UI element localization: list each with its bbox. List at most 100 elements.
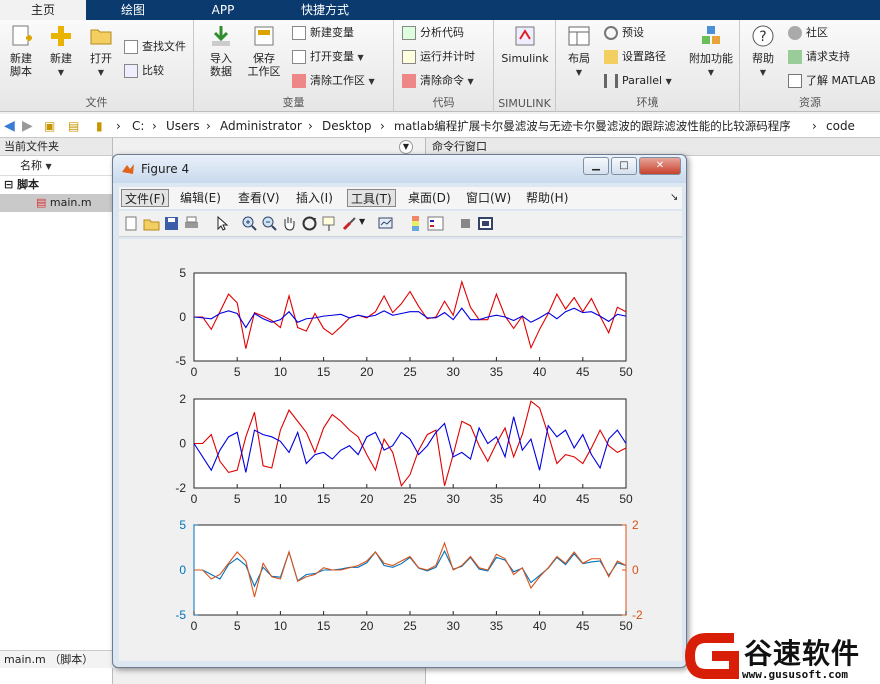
menu-window[interactable]: 窗口(W) <box>463 189 514 207</box>
layout-button[interactable]: 布局 ▼ <box>560 24 598 79</box>
minimize-button[interactable]: ▁ <box>583 157 609 175</box>
new-figure-icon[interactable] <box>123 215 140 232</box>
run-and-time-button[interactable]: 运行并计时 <box>402 48 475 66</box>
folder-node-scripts[interactable]: ⊟ 脚本 <box>0 176 112 194</box>
matlab-logo-icon <box>122 164 134 174</box>
data-cursor-icon[interactable] <box>321 215 338 232</box>
browse-folder-icon[interactable]: ▤ <box>68 114 79 138</box>
open-variable-icon <box>292 50 306 64</box>
breadcrumb-administrator[interactable]: Administrator <box>220 114 302 138</box>
chevron-down-icon: ▼ <box>707 68 715 77</box>
tab-apps[interactable]: APP <box>180 0 266 20</box>
x-tick-label: 35 <box>490 492 504 506</box>
breadcrumb-desktop[interactable]: Desktop <box>322 114 372 138</box>
addons-button[interactable]: 附加功能 ▼ <box>686 24 736 79</box>
x-tick-label: 35 <box>490 619 504 633</box>
plots-svg: 0 5 10 15 20 25 30 35 40 45 50-5050 5 10 15 20 25 30 35 40… <box>175 266 643 633</box>
menu-help[interactable]: 帮助(H) <box>523 189 571 207</box>
x-tick-label: 5 <box>234 365 241 379</box>
x-tick-label: 45 <box>576 619 590 633</box>
breadcrumb-project[interactable]: matlab编程扩展卡尔曼滤波与无迹卡尔曼滤波的跟踪滤波性能的比较源码程序 <box>394 114 791 138</box>
tab-plots[interactable]: 绘图 <box>92 0 174 20</box>
set-path-button[interactable]: 设置路径 <box>604 48 666 66</box>
x-tick-label: 0 <box>191 365 198 379</box>
request-support-button[interactable]: 请求支持 <box>788 48 850 66</box>
folder-icon: ▮ <box>96 119 103 133</box>
group-code: 分析代码 运行并计时 清除命令 ▼ 代码 <box>394 20 494 112</box>
learn-matlab-button[interactable]: 了解 MATLAB <box>788 72 876 90</box>
brush-icon[interactable] <box>341 215 358 232</box>
breadcrumb-separator: › <box>152 119 157 133</box>
figure-titlebar[interactable]: Figure 4 ▁ □ ✕ <box>113 155 686 183</box>
open-button[interactable]: 打开 ▼ <box>84 24 118 79</box>
link-plot-icon[interactable] <box>377 215 394 232</box>
new-button[interactable]: 新建 ▼ <box>44 24 78 79</box>
show-plot-tools-icon[interactable] <box>477 215 494 232</box>
x-tick-label: 10 <box>274 619 288 633</box>
x-tick-label: 0 <box>191 619 198 633</box>
zoom-in-icon[interactable] <box>241 215 258 232</box>
chevron-down-icon[interactable]: ▼ <box>359 217 365 226</box>
zoom-out-icon[interactable] <box>261 215 278 232</box>
maximize-button[interactable]: □ <box>611 157 637 175</box>
colorbar-icon[interactable] <box>407 215 424 232</box>
community-button[interactable]: 社区 <box>788 24 828 42</box>
parallel-icon <box>604 74 618 88</box>
open-file-icon[interactable] <box>143 215 160 232</box>
find-files-button[interactable]: 查找文件 <box>124 38 186 56</box>
address-bar: ◀ ▶ ▣ ▤ ▮ › C: › Users › Administrator ›… <box>0 114 880 138</box>
gear-icon <box>604 26 618 40</box>
pan-icon[interactable] <box>281 215 298 232</box>
group-variable: 导入 数据 保存 工作区 新建变量 打开变量 ▼ 清除工作区 ▼ 变量 <box>194 20 394 112</box>
up-folder-icon[interactable]: ▣ <box>44 114 55 138</box>
breadcrumb-users[interactable]: Users <box>166 114 200 138</box>
print-icon[interactable] <box>183 215 200 232</box>
preferences-button[interactable]: 预设 <box>604 24 644 42</box>
forward-icon[interactable]: ▶ <box>22 114 33 138</box>
current-folder-title: 当前文件夹 <box>0 138 112 156</box>
y-tick-label: -5 <box>175 608 186 622</box>
x-tick-label: 20 <box>360 619 374 633</box>
tab-home[interactable]: 主页 <box>0 0 86 20</box>
right-y-tick-label: -2 <box>632 608 643 622</box>
analyze-code-button[interactable]: 分析代码 <box>402 24 464 42</box>
help-button[interactable]: ? 帮助 ▼ <box>744 24 782 79</box>
simulink-button[interactable]: Simulink <box>498 24 552 65</box>
close-button[interactable]: ✕ <box>639 157 681 175</box>
breadcrumb-c[interactable]: C: <box>132 114 144 138</box>
help-icon: ? <box>752 25 774 47</box>
layout-icon <box>568 26 590 46</box>
compare-button[interactable]: 比较 <box>124 62 164 80</box>
chevron-down-icon: ▼ <box>575 68 583 77</box>
x-tick-label: 20 <box>360 365 374 379</box>
clear-workspace-button[interactable]: 清除工作区 ▼ <box>292 72 375 90</box>
dock-arrow-icon[interactable]: ↘ <box>667 189 681 207</box>
menu-view[interactable]: 查看(V) <box>235 189 283 207</box>
open-variable-button[interactable]: 打开变量 ▼ <box>292 48 364 66</box>
import-data-button[interactable]: 导入 数据 <box>204 24 238 78</box>
new-script-button[interactable]: 新建 脚本 <box>4 24 38 78</box>
menu-insert[interactable]: 插入(I) <box>293 189 336 207</box>
rotate-3d-icon[interactable] <box>301 215 318 232</box>
x-tick-label: 5 <box>234 619 241 633</box>
pointer-icon[interactable] <box>213 215 230 232</box>
menu-desktop[interactable]: 桌面(D) <box>405 189 454 207</box>
legend-icon[interactable] <box>427 215 444 232</box>
tab-shortcuts[interactable]: 快捷方式 <box>270 0 380 20</box>
parallel-button[interactable]: Parallel ▼ <box>604 72 672 90</box>
menu-edit[interactable]: 编辑(E) <box>177 189 224 207</box>
clear-commands-button[interactable]: 清除命令 ▼ <box>402 72 474 90</box>
back-icon[interactable]: ◀ <box>4 114 15 138</box>
column-header-name[interactable]: 名称 ▼ <box>0 156 112 176</box>
menu-file[interactable]: 文件(F) <box>121 189 170 207</box>
menu-tools[interactable]: 工具(T) <box>347 189 396 207</box>
save-icon[interactable] <box>163 215 180 232</box>
file-item-main[interactable]: ▤ main.m <box>0 194 112 212</box>
breadcrumb-code[interactable]: code <box>826 114 855 138</box>
breadcrumb-separator: › <box>308 119 313 133</box>
group-simulink: Simulink SIMULINK <box>494 20 556 112</box>
save-workspace-button[interactable]: 保存 工作区 <box>244 24 284 78</box>
panel-menu-icon[interactable]: ▼ <box>399 140 413 154</box>
new-variable-button[interactable]: 新建变量 <box>292 24 354 42</box>
hide-plot-tools-icon[interactable] <box>457 215 474 232</box>
